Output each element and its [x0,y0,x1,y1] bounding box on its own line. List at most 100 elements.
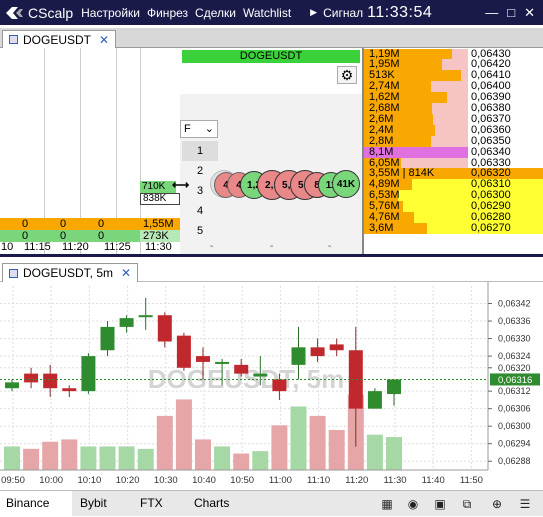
y-tick-label: 0,06336 [498,316,531,326]
menu-item-finrez[interactable]: Финрез [147,6,188,20]
tab-binance[interactable]: Binance [0,491,72,517]
clock: 11:33:54 [367,3,433,21]
trade-bubble: 41K [332,170,360,198]
number-button-5[interactable]: 5 [182,221,218,241]
book-volume-bar [452,48,468,60]
panel-divider[interactable] [0,254,543,257]
layout-icon[interactable]: ▦ [378,495,396,513]
candle-body [367,391,382,409]
number-button-4[interactable]: 4 [182,201,218,221]
tab-dogeusdt[interactable]: DOGEUSDT ✕ [2,30,117,48]
chart-add-icon[interactable]: ⊕ [488,495,506,513]
tab-charts[interactable]: Charts [188,491,248,517]
x-tick-label: 10:20 [116,475,140,486]
candle-body [138,315,153,318]
tab-bybit[interactable]: Bybit [74,491,130,517]
f-select-value: F [184,123,191,135]
candle-body [24,373,39,383]
cluster-row: 0 0 0 1,55M [0,218,180,230]
book-volume-bar [398,190,468,202]
candle-body [387,379,401,395]
candle-body [100,326,115,351]
candle-body [234,364,249,374]
tab-label: DOGEUSDT, 5m [23,266,114,280]
candle-body [81,356,96,392]
maximize-icon[interactable]: □ [507,5,515,20]
volume-bar [252,451,269,470]
cluster-time: 11:25 [104,241,131,253]
candle-body [196,356,210,362]
add-window-icon[interactable]: ▣ [431,495,449,513]
candle-body [176,335,191,368]
x-tick-label: 11:50 [460,475,483,486]
x-tick-label: 11:40 [422,475,445,486]
move-cursor-icon: ⟷ [172,178,190,192]
candle-body [291,347,306,365]
candle-body [329,344,344,351]
tab-ftx[interactable]: FTX [134,491,182,517]
book-volume-bar [431,81,468,93]
cluster-time: 11:30 [145,241,172,253]
f-select[interactable]: F ⌄ [180,120,218,138]
close-tab-icon[interactable]: ✕ [99,33,109,47]
copy-window-icon[interactable]: ⧉ [458,495,476,513]
window-icon [9,35,18,44]
eye-icon[interactable]: ◉ [404,495,422,513]
volume-bar [271,425,288,470]
volume-bar [156,415,173,470]
y-tick-label: 0,06320 [498,363,531,373]
y-tick-label: 0,06324 [498,351,531,361]
book-volume-bar [461,70,468,82]
x-tick-label: 10:40 [192,475,216,486]
x-tick-label: 11:00 [269,475,292,486]
cluster-cell: 0 [98,218,105,230]
volume-bar [290,406,307,470]
scalper-panel: 0 0 0 1,55M 0 0 0 273K 10 11:15 11:20 11… [0,48,543,254]
minimize-icon[interactable]: — [485,5,498,20]
last-price-label: 0,06316 [498,375,532,386]
close-tab-icon[interactable]: ✕ [121,266,131,280]
candle-body [5,382,19,389]
x-tick-label: 11:10 [307,475,330,486]
list-add-icon[interactable]: ☰ [516,495,534,513]
book-level[interactable]: 2,8M 0,06350 [364,135,543,147]
cluster-time: 10 [1,241,14,253]
signal-arrow-icon[interactable]: ▶ [310,7,317,18]
volume-bar [61,439,78,470]
candle-body [62,388,77,392]
bottom-bar: Binance Bybit FTX Charts ▦ ◉ ▣ ⧉ ⊕ ☰ [0,490,543,517]
menu-item-deals[interactable]: Сделки [195,6,236,20]
book-volume-bar [414,212,468,223]
candle-body [43,373,58,389]
signal-label[interactable]: Сигнал [323,6,363,20]
app-logo: CScalp [0,5,73,21]
clusters-panel: 0 0 0 1,55M 0 0 0 273K 10 11:15 11:20 11… [0,48,180,254]
x-tick-label: 11:30 [383,475,406,486]
close-icon[interactable]: ✕ [524,5,535,21]
y-tick-label: 0,06300 [498,421,531,431]
book-level[interactable]: 8,1M 0,06340 [364,145,543,158]
book-volume: 3,6M [369,221,394,234]
ticker-header: DOGEUSDT [182,50,360,63]
x-tick-label: 11:20 [345,475,368,486]
candlestick-chart[interactable]: DOGEUSDT, 5m 0,06342 0,06336 0,06330 0,06324… [0,282,543,488]
book-volume-bar [394,146,468,158]
volume-bar [137,448,154,470]
number-button-1[interactable]: 1 [182,141,218,161]
gear-icon[interactable]: ⚙ [337,66,357,84]
last-trade-box: 710K [140,181,176,193]
x-tick-label: 09:50 [1,475,25,486]
chart-svg[interactable]: DOGEUSDT, 5m0,063420,063360,063300,06324… [0,282,543,488]
tab-chart[interactable]: DOGEUSDT, 5m ✕ [2,263,139,282]
order-book: 1,19M 0,06430 1,95M 0,06420 513K 0,06410 2,74M… [362,48,543,254]
book-level[interactable]: 3,6M 0,06270 [364,221,543,234]
menu-item-watchlist[interactable]: Watchlist [243,6,291,20]
candle-body [310,347,325,357]
volume-bar [23,448,40,470]
menu-item-settings[interactable]: Настройки [81,6,140,20]
volume-bar [4,446,20,470]
cluster-time: 11:15 [24,241,51,253]
book-volume: 8,1M [369,145,394,158]
y-tick-label: 0,06294 [498,439,531,449]
dash: - [210,241,214,252]
